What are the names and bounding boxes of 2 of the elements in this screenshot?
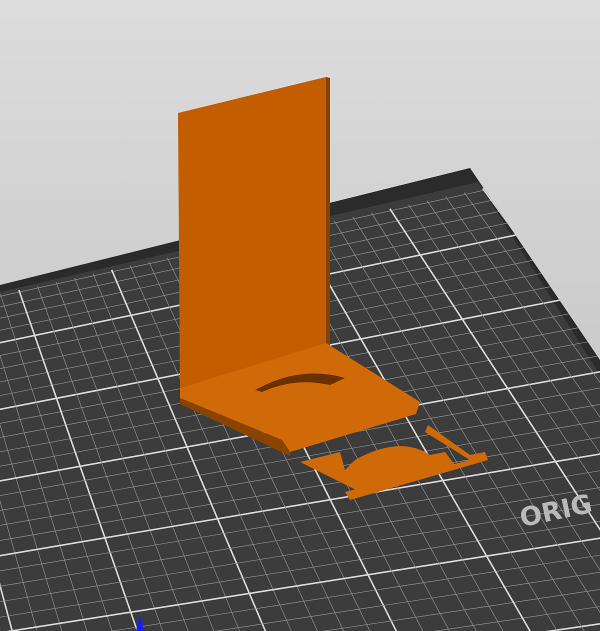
- axis-icon: [136, 615, 144, 631]
- bed-label: ORIG: [517, 489, 595, 534]
